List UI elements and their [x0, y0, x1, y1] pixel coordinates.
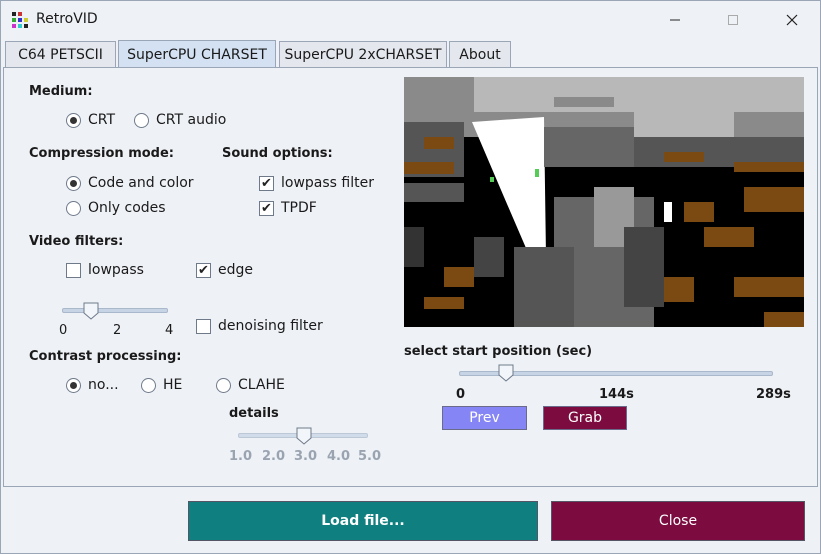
- lowpass-slider-track[interactable]: [62, 308, 168, 313]
- radio-indicator: [66, 112, 81, 128]
- edge-checkbox[interactable]: ✔ edge: [196, 262, 253, 278]
- details-tick-4: 4.0: [327, 449, 351, 464]
- details-label: details: [229, 406, 279, 421]
- contrast-none-radio[interactable]: no...: [66, 377, 119, 393]
- retrovid-window: RetroVID C64 PETSCII SuperCPU CHARSET Su…: [0, 0, 821, 554]
- video-filters-label: Video filters:: [29, 234, 124, 249]
- details-tick-2: 2.0: [262, 449, 286, 464]
- lowpass-tick-4: 4: [165, 323, 174, 338]
- divider: [3, 486, 818, 487]
- tab-supercpu-2xcharset[interactable]: SuperCPU 2xCHARSET: [279, 41, 447, 67]
- title-bar: RetroVID: [1, 1, 820, 39]
- lowpass-tick-2: 2: [113, 323, 122, 338]
- checkmark-icon: ✔: [196, 262, 211, 278]
- position-tick-middle: 144s: [599, 387, 634, 402]
- details-tick-3: 3.0: [294, 449, 318, 464]
- compression-label: Compression mode:: [29, 146, 174, 161]
- start-position-slider-thumb[interactable]: [498, 364, 514, 382]
- details-slider-thumb[interactable]: [296, 427, 312, 445]
- position-tick-start: 0: [456, 387, 466, 402]
- radio-indicator: [134, 112, 149, 128]
- radio-indicator: [66, 200, 81, 216]
- tab-supercpu-charset[interactable]: SuperCPU CHARSET: [118, 40, 276, 68]
- checkbox-indicator: [196, 318, 211, 334]
- denoising-filter-checkbox[interactable]: denoising filter: [196, 318, 323, 334]
- grab-button[interactable]: Grab: [543, 406, 627, 430]
- maximize-icon: [728, 15, 738, 25]
- details-tick-1: 1.0: [229, 449, 253, 464]
- lowpass-checkbox[interactable]: lowpass: [66, 262, 144, 278]
- close-icon: [786, 14, 798, 26]
- compression-only-codes-radio[interactable]: Only codes: [66, 200, 166, 216]
- preview-frame: [404, 77, 804, 327]
- radio-indicator: [216, 377, 231, 393]
- close-window-button[interactable]: [763, 1, 821, 39]
- contrast-clahe-radio[interactable]: CLAHE: [216, 377, 285, 393]
- lowpass-filter-checkbox[interactable]: ✔ lowpass filter: [259, 175, 374, 191]
- close-button[interactable]: Close: [551, 501, 805, 541]
- maximize-button[interactable]: [704, 1, 762, 39]
- load-file-button[interactable]: Load file...: [188, 501, 538, 541]
- video-preview: [404, 77, 804, 327]
- tab-about[interactable]: About: [449, 41, 511, 67]
- prev-button[interactable]: Prev: [442, 406, 527, 430]
- app-icon: [12, 12, 28, 28]
- radio-indicator: [66, 377, 81, 393]
- radio-indicator: [66, 175, 81, 191]
- details-tick-5: 5.0: [358, 449, 382, 464]
- contrast-he-radio[interactable]: HE: [141, 377, 182, 393]
- checkmark-icon: ✔: [259, 175, 274, 191]
- checkmark-icon: ✔: [259, 200, 274, 216]
- contrast-label: Contrast processing:: [29, 349, 182, 364]
- medium-crt-radio[interactable]: CRT: [66, 112, 115, 128]
- lowpass-slider-thumb[interactable]: [83, 302, 99, 320]
- position-tick-end: 289s: [756, 387, 791, 402]
- medium-label: Medium:: [29, 84, 93, 99]
- tab-c64-petscii[interactable]: C64 PETSCII: [5, 41, 116, 67]
- minimize-button[interactable]: [646, 1, 704, 39]
- window-title: RetroVID: [36, 11, 98, 27]
- lowpass-tick-0: 0: [59, 323, 68, 338]
- checkbox-indicator: [66, 262, 81, 278]
- medium-crt-audio-radio[interactable]: CRT audio: [134, 112, 226, 128]
- sound-label: Sound options:: [222, 146, 333, 161]
- radio-indicator: [141, 377, 156, 393]
- compression-code-color-radio[interactable]: Code and color: [66, 175, 194, 191]
- start-position-label: select start position (sec): [404, 344, 593, 359]
- minimize-icon: [670, 19, 680, 21]
- tpdf-checkbox[interactable]: ✔ TPDF: [259, 200, 317, 216]
